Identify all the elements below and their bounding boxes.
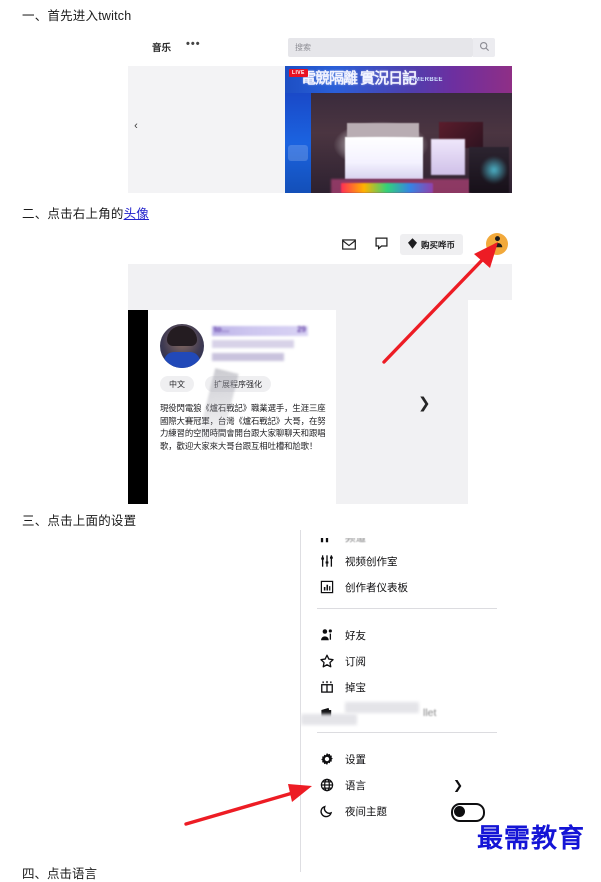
user-avatar-icon — [491, 235, 504, 253]
page-right-edge — [468, 300, 512, 504]
menu-divider-1 — [317, 608, 497, 609]
menu-item-creator-dashboard-label: 创作者仪表板 — [345, 581, 408, 594]
profile-tag-language[interactable]: 中文 — [160, 376, 194, 392]
wallet-label-blur-left — [345, 702, 419, 713]
profile-username-text: to… — [214, 325, 230, 334]
step-3-text: 点击上面的设置 — [47, 514, 137, 528]
step-3-index: 三、 — [22, 514, 48, 528]
profile-page-body: to… 29 中文 扩展程序强化 現役閃電狼《爐石戰記》職業選手，生涯三座國際大… — [128, 264, 512, 504]
step-2-index: 二、 — [22, 207, 48, 221]
moon-icon — [319, 803, 335, 819]
step-4-heading-cutoff: 四、点击语言 — [22, 866, 97, 882]
menu-item-drops-label: 掉宝 — [345, 681, 366, 694]
mail-icon — [342, 237, 356, 255]
stream-left-strip — [285, 93, 311, 193]
rog-logo-icon — [288, 145, 308, 161]
chevron-right-icon: ❯ — [453, 778, 464, 792]
search-button[interactable] — [473, 38, 495, 57]
menu-item-settings-label: 设置 — [345, 753, 366, 766]
step-1-heading: 一、首先进入twitch — [22, 8, 131, 24]
profile-bio: 現役閃電狼《爐石戰記》職業選手，生涯三座國際大賽冠軍，台灣《爐石戰記》大哥，在努… — [160, 403, 326, 451]
search-placeholder: 搜索 — [295, 43, 311, 52]
gear-icon — [319, 751, 335, 767]
toggle-knob — [454, 806, 465, 817]
drops-icon — [319, 679, 335, 695]
friends-icon — [319, 627, 335, 643]
bits-diamond-icon — [408, 238, 417, 251]
profile-card: to… 29 中文 扩展程序强化 現役閃電狼《爐石戰記》職業選手，生涯三座國際大… — [148, 310, 336, 504]
search-input[interactable]: 搜索 — [288, 38, 473, 57]
featured-stream-thumbnail[interactable]: 電競隔離 實況日記 GAMERBEE LIVE — [285, 66, 512, 193]
scene-shelf — [347, 123, 419, 137]
menu-item-video-producer-label: 视频创作室 — [345, 555, 398, 568]
menu-item-subscriptions-label: 订阅 — [345, 655, 366, 668]
wallet-label-blur-below — [301, 714, 357, 725]
buy-bits-button[interactable]: 购买哗币 — [400, 234, 464, 255]
stream-banner: 電競隔離 實況日記 GAMERBEE — [285, 66, 512, 93]
globe-icon — [319, 777, 335, 793]
video-producer-icon — [319, 553, 335, 569]
stream-scene — [311, 93, 512, 193]
star-icon — [319, 653, 335, 669]
avatar-button[interactable] — [486, 233, 508, 255]
menu-divider-2 — [317, 732, 497, 733]
live-badge: LIVE — [289, 69, 308, 77]
menu-item-creator-dashboard[interactable]: 创作者仪表板 — [301, 572, 512, 602]
profile-username-blurred: to… 29 — [212, 325, 308, 336]
chat-button[interactable] — [371, 237, 391, 255]
menu-top-clip — [301, 530, 512, 538]
step-3-heading: 三、点击上面的设置 — [22, 513, 136, 529]
screenshot-twitch-browse: 音乐 ••• 搜索 ‹ 電競隔離 實況日記 GAMERBEE LIVE — [128, 30, 512, 193]
step-4-text: 点击语言 — [47, 867, 98, 881]
step-1-index: 一、 — [22, 9, 48, 23]
carousel-prev-icon[interactable]: ‹ — [128, 116, 144, 136]
search-icon — [479, 39, 490, 57]
menu-item-wallet-label: llet — [423, 707, 437, 719]
stream-banner-title: 電競隔離 實況日記 — [301, 70, 417, 87]
step-1-text: 首先进入twitch — [47, 9, 132, 23]
stream-banner-sub: GAMERBEE — [405, 77, 443, 83]
avatar-hair-shape — [167, 326, 197, 346]
step-2-link-avatar[interactable]: 头像 — [124, 207, 149, 221]
step-4-index: 四、 — [22, 867, 48, 881]
nav-item-music[interactable]: 音乐 — [152, 40, 171, 54]
sidebar-black-column — [128, 310, 148, 504]
step-2-heading: 二、点击右上角的头像 — [22, 206, 149, 222]
profile-subline-blurred — [212, 340, 294, 348]
watermark: 最需教育 — [477, 824, 586, 854]
menu-item-dark-theme-label: 夜间主题 — [345, 805, 387, 818]
scene-glow — [481, 155, 507, 185]
menu-item-friends-label: 好友 — [345, 629, 366, 642]
avatar-body-shape — [164, 352, 200, 368]
profile-picture — [160, 324, 204, 368]
menu-item-language-label: 语言 — [345, 779, 366, 792]
screenshot-header-and-profile: 购买哗币 to… 29 中文 扩展程序强化 現役閃電狼《爐石戰記》職業選手，生涯… — [128, 228, 512, 504]
scene-monitor — [345, 137, 423, 179]
chat-bubble-icon — [374, 237, 388, 255]
annotation-arrow-to-settings — [184, 784, 312, 826]
profile-followers-blurred — [212, 353, 284, 361]
carousel-next-icon[interactable]: ❯ — [418, 394, 431, 412]
step-2-text: 点击右上角的 — [47, 207, 124, 221]
buy-bits-label: 购买哗币 — [421, 239, 456, 250]
mail-button[interactable] — [339, 237, 359, 255]
nav-more-icon[interactable]: ••• — [186, 38, 201, 50]
scene-keyboard — [341, 183, 433, 193]
creator-dashboard-icon — [319, 579, 335, 595]
twitch-topbar: 音乐 ••• 搜索 — [128, 30, 512, 66]
profile-count-text: 29 — [297, 325, 306, 334]
browse-body: ‹ 電競隔離 實況日記 GAMERBEE LIVE — [128, 66, 512, 193]
scene-second-screen — [431, 139, 465, 175]
twitch-header-right: 购买哗币 — [128, 228, 512, 264]
